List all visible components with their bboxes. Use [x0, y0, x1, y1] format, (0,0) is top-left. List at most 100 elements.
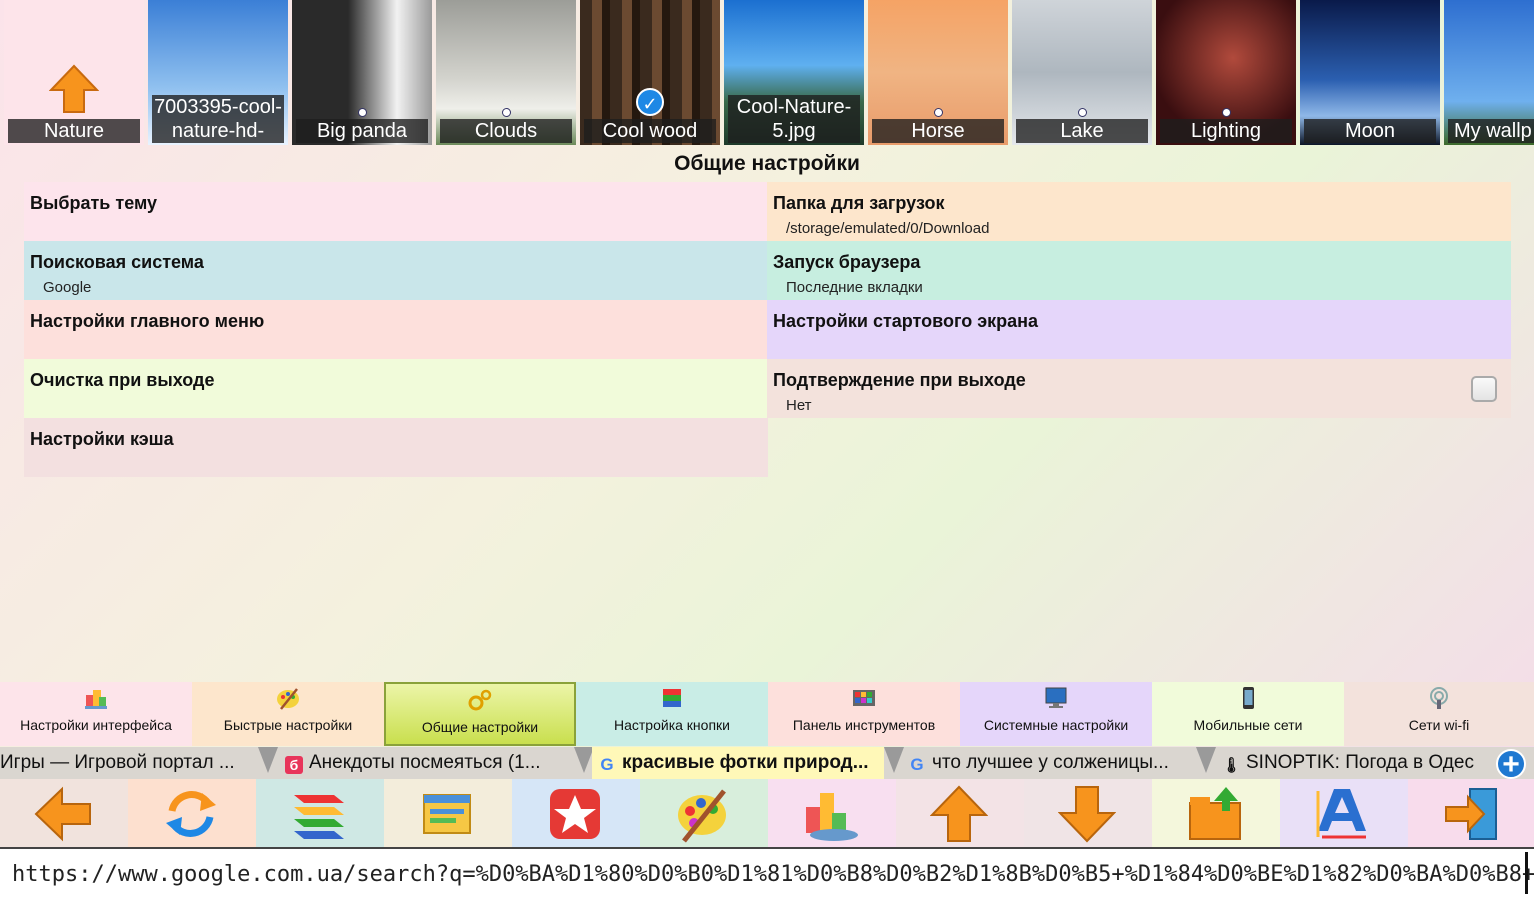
theme-cool-wood[interactable]: ✓ Cool wood: [580, 0, 720, 145]
setting-start-screen[interactable]: Настройки стартового экрана: [767, 300, 1511, 359]
setting-clear-on-exit[interactable]: Очистка при выходе: [24, 359, 768, 418]
category-label: Общие настройки: [421, 719, 539, 735]
setting-browser-start[interactable]: Запуск браузера Последние вкладки: [767, 241, 1511, 300]
downloaded-dot-icon: [934, 108, 943, 117]
setting-title: Настройки кэша: [30, 429, 174, 449]
tab-title: Игры — Игровой портал ...: [0, 752, 235, 773]
setting-title: Поисковая система: [30, 252, 204, 272]
url-input[interactable]: https://www.google.com.ua/search?q=%D0%B…: [0, 847, 1534, 900]
category-label: Мобильные сети: [1193, 717, 1303, 733]
browser-tab[interactable]: Игры — Игровой портал ...: [0, 747, 256, 779]
thermometer-favicon-icon: 🌡: [1222, 757, 1242, 774]
theme-label: 7003395-cool-nature-hd-: [152, 95, 284, 143]
tabs-button[interactable]: [256, 779, 384, 847]
browser-tab[interactable]: Gчто лучшее у солженицы...: [908, 747, 1196, 779]
setting-confirm-exit[interactable]: Подтверждение при выходе Нет: [767, 359, 1511, 418]
setting-value: Нет: [786, 397, 812, 414]
category-label: Панель инструментов: [792, 717, 936, 733]
setting-choose-theme[interactable]: Выбрать тему: [24, 182, 768, 241]
setting-search-engine[interactable]: Поисковая система Google: [24, 241, 768, 300]
wifi-icon: [1430, 687, 1448, 709]
tab-title: SINOPTIK: Погода в Одес: [1246, 752, 1474, 773]
tab-separator: [574, 747, 594, 773]
back-button[interactable]: [0, 779, 128, 847]
themes-button[interactable]: [640, 779, 768, 847]
toolbar-grid-icon: [853, 690, 875, 706]
category-label: Настройки интерфейса: [20, 717, 172, 733]
interface-button[interactable]: [768, 779, 896, 847]
settings-category-bar: Настройки интерфейса Быстрые настройки О…: [0, 682, 1534, 746]
font-size-icon: [1316, 789, 1366, 839]
tab-separator: [884, 747, 904, 773]
setting-title: Очистка при выходе: [30, 370, 215, 390]
tab-title: красивые фотки природ...: [622, 752, 869, 773]
browser-tab[interactable]: 🌡 SINOPTIK: Погода в Одес: [1222, 747, 1490, 779]
theme-horse[interactable]: Horse: [868, 0, 1008, 145]
palette-brush-icon: [277, 688, 299, 710]
palette-brush-icon: [678, 789, 726, 843]
downloads-button[interactable]: [1152, 779, 1280, 847]
windows-button[interactable]: [384, 779, 512, 847]
theme-big-panda[interactable]: Big panda: [292, 0, 432, 145]
category-mobile[interactable]: Мобильные сети: [1152, 682, 1344, 746]
tab-separator: [1196, 747, 1216, 773]
setting-cache[interactable]: Настройки кэша: [24, 418, 768, 477]
theme-clouds[interactable]: Clouds: [436, 0, 576, 145]
theme-label: Cool wood: [584, 119, 716, 143]
bookmarks-button[interactable]: [512, 779, 640, 847]
refresh-button[interactable]: [128, 779, 256, 847]
category-interface[interactable]: Настройки интерфейса: [0, 682, 192, 746]
back-arrow-icon: [34, 786, 91, 842]
scroll-down-button[interactable]: [1024, 779, 1152, 847]
toolbar: [0, 779, 1534, 847]
category-toolbar[interactable]: Панель инструментов: [768, 682, 960, 746]
category-general[interactable]: Общие настройки: [384, 682, 576, 746]
theme-nature[interactable]: Nature: [4, 0, 144, 145]
down-arrow-icon: [1058, 786, 1116, 843]
url-bar-edge: [1525, 852, 1528, 894]
setting-title: Настройки стартового экрана: [773, 311, 1039, 331]
favicon-icon: б: [285, 756, 303, 774]
browser-tab-active[interactable]: Gкрасивые фотки природ...: [592, 747, 884, 779]
theme-label: Lake: [1016, 119, 1148, 143]
tab-title: что лучшее у солженицы...: [932, 752, 1169, 773]
tab-title: Анекдоты посмеяться (1...: [309, 752, 541, 773]
selected-check-icon: ✓: [636, 88, 664, 116]
exit-button[interactable]: [1408, 779, 1534, 847]
setting-title: Выбрать тему: [30, 193, 158, 213]
add-tab-button[interactable]: +: [1496, 749, 1526, 779]
setting-download-folder[interactable]: Папка для загрузок /storage/emulated/0/D…: [767, 182, 1511, 241]
confirm-exit-checkbox[interactable]: [1471, 376, 1497, 402]
font-size-button[interactable]: [1280, 779, 1408, 847]
arrows-cube-icon: [294, 795, 344, 839]
setting-title: Настройки главного меню: [30, 311, 265, 331]
setting-title: Папка для загрузок: [773, 193, 945, 213]
setting-main-menu[interactable]: Настройки главного меню: [24, 300, 768, 359]
theme-lighting[interactable]: Lighting: [1156, 0, 1296, 145]
browser-tab[interactable]: б Анекдоты посмеяться (1...: [285, 747, 573, 779]
category-label: Системные настройки: [983, 717, 1129, 733]
category-button[interactable]: Настройка кнопки: [576, 682, 768, 746]
theme-label: My wallp: [1448, 119, 1534, 143]
theme-lake[interactable]: Lake: [1012, 0, 1152, 145]
setting-value: Google: [43, 279, 92, 296]
category-quick[interactable]: Быстрые настройки: [192, 682, 384, 746]
gears-icon: [468, 689, 492, 711]
category-wifi[interactable]: Сети wi-fi: [1344, 682, 1534, 746]
theme-cool-nature-5[interactable]: Cool-Nature-5.jpg: [724, 0, 864, 145]
scroll-up-button[interactable]: [896, 779, 1024, 847]
downloaded-dot-icon: [1078, 108, 1087, 117]
theme-strip: Nature 7003395-cool-nature-hd- Big panda…: [0, 0, 1534, 145]
theme-label: Nature: [8, 119, 140, 143]
setting-title: Подтверждение при выходе: [773, 370, 1026, 390]
theme-label: Cool-Nature-5.jpg: [728, 95, 860, 143]
browser-tab-bar: Игры — Игровой портал ... б Анекдоты посм…: [0, 747, 1534, 779]
category-system[interactable]: Системные настройки: [960, 682, 1152, 746]
theme-my-wallpaper[interactable]: My wallp: [1444, 0, 1534, 145]
theme-7003395[interactable]: 7003395-cool-nature-hd-: [148, 0, 288, 145]
theme-label: Big panda: [296, 119, 428, 143]
up-arrow-icon: [49, 64, 99, 113]
section-title: Общие настройки: [674, 152, 860, 175]
theme-moon[interactable]: Moon: [1300, 0, 1440, 145]
folder-upload-icon: [1189, 787, 1241, 840]
